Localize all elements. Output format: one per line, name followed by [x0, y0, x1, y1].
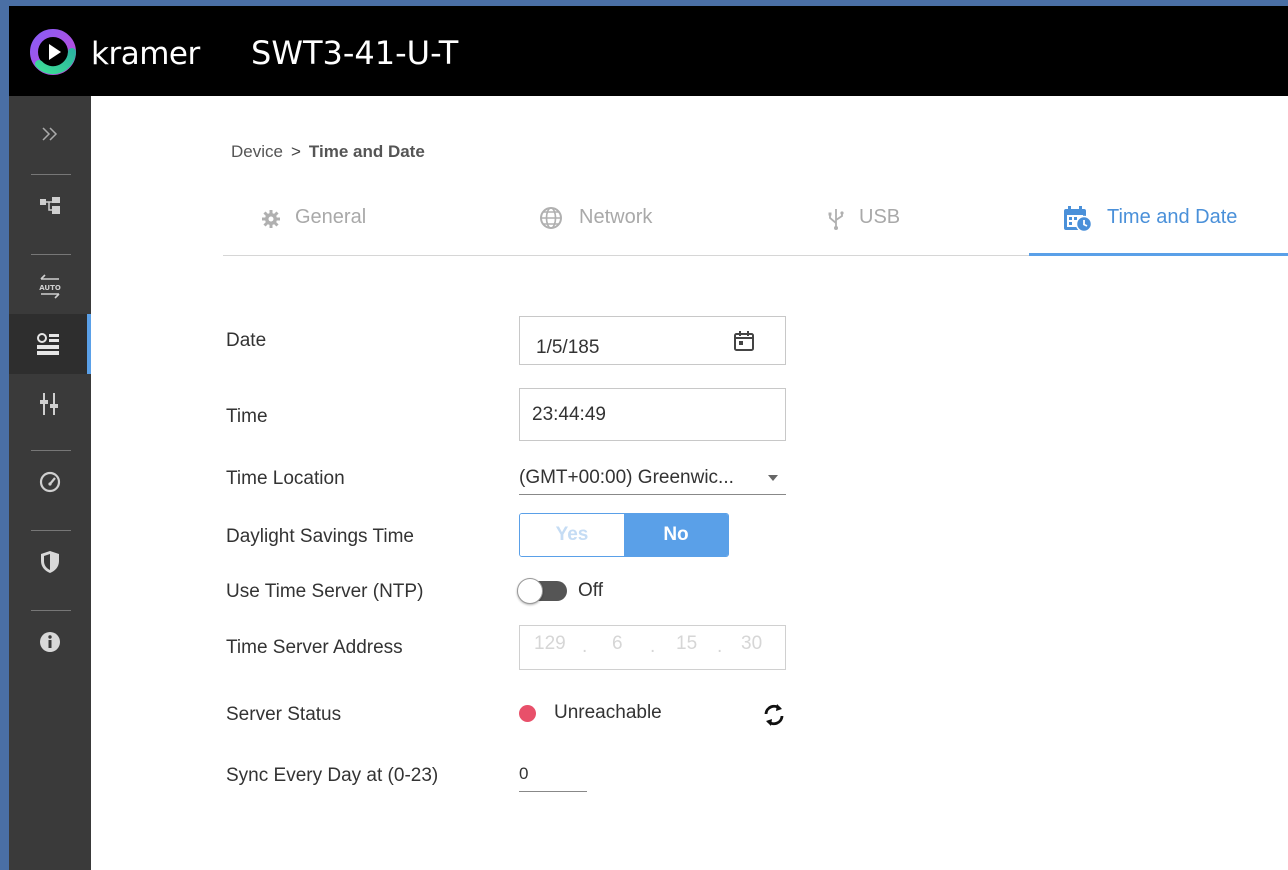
sidebar-expand-button[interactable]: [9, 108, 91, 160]
security-shield-icon: [41, 551, 59, 573]
dst-toggle-group: Yes No: [519, 513, 729, 557]
ip-octet-2[interactable]: 6: [612, 633, 623, 655]
breadcrumb-current: Time and Date: [308, 142, 425, 161]
ntp-label: Use Time Server (NTP): [226, 581, 424, 602]
ntp-switch[interactable]: [517, 578, 567, 604]
globe-icon: [540, 207, 562, 229]
dst-no-button[interactable]: No: [624, 514, 728, 556]
server-address-input[interactable]: 129 . 6 . 15 . 30: [519, 625, 786, 670]
usb-icon: [828, 209, 844, 230]
sidebar-divider: [31, 174, 71, 175]
dst-label: Daylight Savings Time: [226, 526, 414, 547]
sidebar-divider: [31, 254, 71, 255]
chevron-down-icon: [768, 475, 778, 481]
tab-usb-label: USB: [859, 206, 901, 228]
sidebar-item-auto-switching[interactable]: AUTO: [9, 260, 91, 312]
sidebar-item-diagnostics[interactable]: [9, 456, 91, 508]
ip-octet-4[interactable]: 30: [741, 633, 762, 655]
breadcrumb: Device > Time and Date: [231, 142, 425, 162]
breadcrumb-parent[interactable]: Device: [231, 142, 283, 161]
time-location-select[interactable]: (GMT+00:00) Greenwic...: [519, 463, 786, 495]
tab-usb[interactable]: USB: [827, 206, 900, 256]
calendar-clock-icon: [1064, 206, 1093, 233]
sidebar: AUTO: [9, 96, 91, 870]
app-header: kramer SWT3-41-U-T: [9, 6, 1288, 96]
auto-switch-icon: AUTO: [39, 274, 61, 299]
svg-text:AUTO: AUTO: [39, 284, 61, 292]
tab-network[interactable]: Network: [537, 206, 652, 256]
sidebar-divider: [31, 530, 71, 531]
sidebar-item-security[interactable]: [9, 536, 91, 588]
server-status-value: Unreachable: [554, 702, 662, 723]
audio-mixer-icon: [40, 393, 58, 415]
tab-general[interactable]: General: [261, 206, 366, 256]
sync-label: Sync Every Day at (0-23): [226, 765, 439, 786]
breadcrumb-separator: >: [290, 142, 301, 161]
sidebar-item-device-settings[interactable]: [9, 314, 91, 374]
device-name-title: SWT3-41-U-T: [251, 34, 459, 72]
sidebar-item-routing[interactable]: [9, 180, 91, 232]
tab-network-label: Network: [579, 206, 653, 228]
status-indicator-dot: [519, 705, 536, 722]
sidebar-item-about[interactable]: [9, 616, 91, 668]
ip-dot: .: [582, 636, 588, 657]
time-location-label: Time Location: [226, 468, 345, 489]
time-location-value: (GMT+00:00) Greenwic...: [519, 467, 734, 488]
tab-general-label: General: [295, 206, 367, 228]
sidebar-divider: [31, 610, 71, 611]
date-input[interactable]: 1/5/185: [519, 316, 786, 365]
diagnostics-gauge-icon: [39, 471, 61, 493]
kramer-logo-icon: [30, 29, 76, 75]
ntp-state-label: Off: [578, 580, 603, 601]
calendar-icon[interactable]: [733, 330, 755, 352]
time-label: Time: [226, 406, 268, 427]
sidebar-item-audio[interactable]: [9, 378, 91, 430]
info-icon: [40, 632, 60, 652]
tab-time-and-date[interactable]: Time and Date: [1029, 206, 1288, 256]
ip-dot: .: [650, 636, 656, 657]
date-label: Date: [226, 330, 267, 351]
ip-dot: .: [717, 636, 723, 657]
dst-yes-button[interactable]: Yes: [520, 514, 624, 556]
ip-octet-3[interactable]: 15: [676, 633, 697, 655]
date-value: 1/5/185: [536, 337, 600, 358]
routing-icon: [40, 197, 60, 214]
brand-name: kramer: [91, 36, 200, 72]
ip-octet-1[interactable]: 129: [534, 633, 566, 655]
device-settings-icon: [37, 333, 59, 355]
settings-tabs: General Network USB Time and Date: [223, 196, 1288, 256]
time-input[interactable]: 23:44:49: [519, 388, 786, 441]
server-status-label: Server Status: [226, 704, 342, 725]
double-chevron-right-icon: [42, 127, 58, 141]
server-address-label: Time Server Address: [226, 637, 403, 658]
refresh-icon[interactable]: [760, 700, 788, 730]
gear-icon: [262, 210, 280, 228]
sync-hour-input[interactable]: 0: [519, 764, 587, 792]
sidebar-divider: [31, 450, 71, 451]
switch-knob: [517, 578, 543, 604]
sync-hour-value: 0: [519, 764, 529, 783]
tab-time-and-date-label: Time and Date: [1107, 206, 1238, 228]
time-value: 23:44:49: [532, 404, 606, 425]
